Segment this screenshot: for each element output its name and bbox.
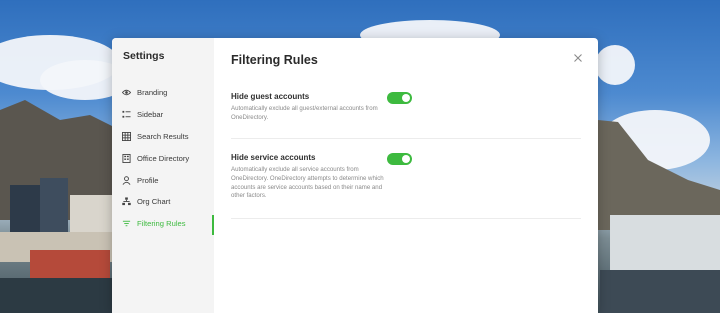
sidebar-item-label: Org Chart [137, 197, 171, 207]
building-icon [122, 153, 131, 163]
settings-nav: Branding Sidebar Search Results Office D… [112, 82, 214, 235]
sidebar-item-branding[interactable]: Branding [112, 82, 214, 104]
divider [231, 218, 581, 219]
sidebar-item-label: Branding [137, 88, 168, 98]
sidebar-item-office-directory[interactable]: Office Directory [112, 147, 214, 169]
sidebar-item-label: Sidebar [137, 110, 164, 120]
toggle-knob [402, 155, 410, 163]
sidebar-item-label: Office Directory [137, 153, 190, 163]
list-icon [122, 110, 131, 119]
person-icon [122, 175, 131, 185]
rule-description: Automatically exclude all service accoun… [231, 166, 384, 200]
close-icon [574, 54, 582, 62]
settings-sidebar: Settings Branding Sidebar Search Results [112, 38, 214, 313]
org-chart-icon [122, 197, 131, 206]
toggle-knob [402, 94, 410, 102]
sidebar-item-org-chart[interactable]: Org Chart [112, 191, 214, 213]
close-button[interactable] [572, 51, 584, 63]
settings-modal: Settings Branding Sidebar Search Results [112, 38, 598, 313]
page-title: Filtering Rules [231, 53, 318, 67]
grid-icon [122, 131, 131, 141]
sidebar-item-profile[interactable]: Profile [112, 169, 214, 191]
sidebar-item-label: Filtering Rules [137, 219, 186, 229]
settings-content: Filtering Rules Hide guest accounts Auto… [214, 38, 598, 313]
rule-description: Automatically exclude all guest/external… [231, 105, 378, 121]
sidebar-item-filtering-rules[interactable]: Filtering Rules [112, 213, 214, 235]
sidebar-item-label: Profile [137, 175, 159, 185]
sidebar-item-sidebar[interactable]: Sidebar [112, 104, 214, 126]
hide-guest-accounts-toggle[interactable] [387, 92, 412, 104]
sidebar-item-search-results[interactable]: Search Results [112, 126, 214, 148]
filter-icon [122, 219, 131, 228]
sidebar-item-label: Search Results [137, 131, 189, 141]
eye-icon [122, 88, 131, 97]
divider [231, 138, 581, 139]
hide-service-accounts-toggle[interactable] [387, 153, 412, 165]
sidebar-title: Settings [123, 50, 165, 62]
